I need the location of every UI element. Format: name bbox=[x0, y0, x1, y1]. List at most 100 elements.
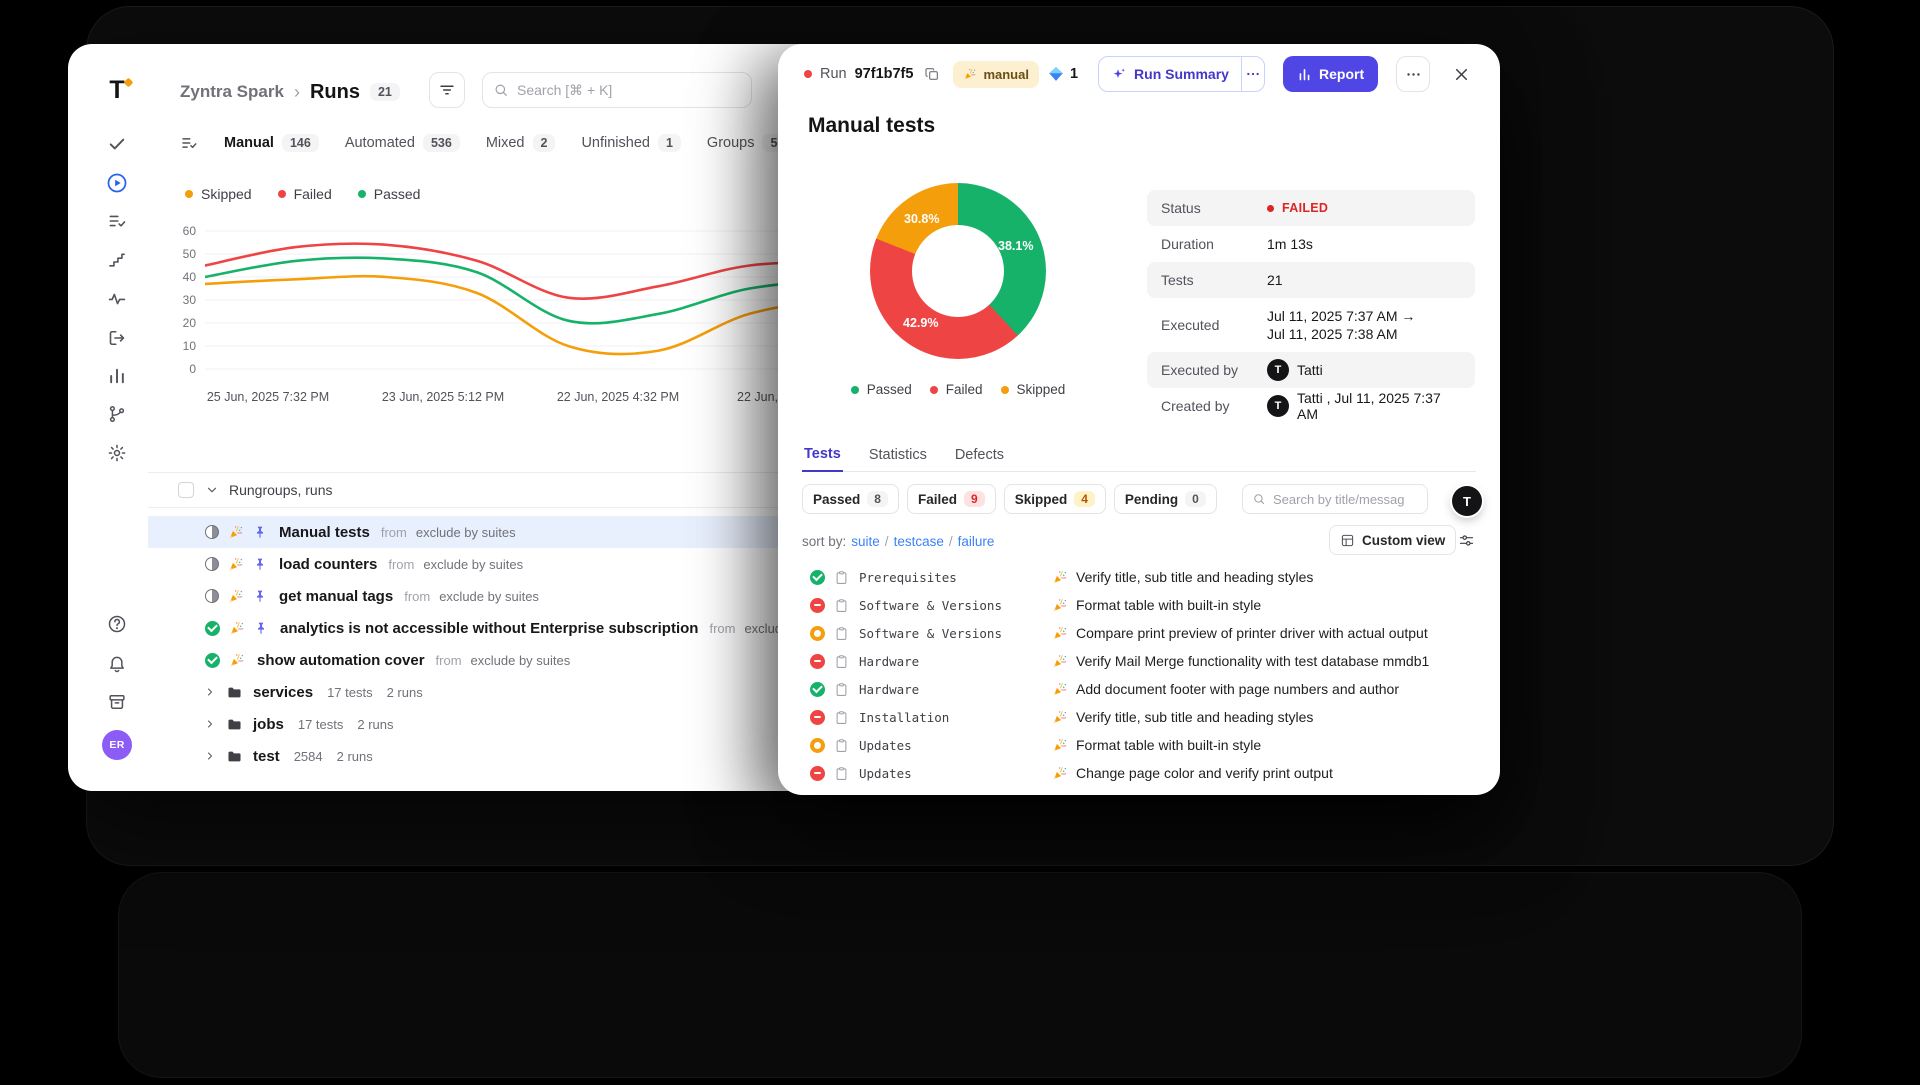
legend-passed[interactable]: Passed bbox=[851, 382, 912, 397]
tests-search-input[interactable] bbox=[1243, 485, 1427, 513]
sidebar-item-settings[interactable] bbox=[97, 433, 137, 473]
user-avatar[interactable]: ER bbox=[97, 725, 137, 765]
chevron-right-icon[interactable] bbox=[204, 686, 216, 698]
run-source: exclude by suites bbox=[439, 589, 539, 604]
legend-skipped[interactable]: Skipped bbox=[1001, 382, 1066, 397]
report-chart-icon bbox=[1297, 67, 1312, 82]
breadcrumb: Zyntra Spark › Runs 21 bbox=[180, 73, 400, 111]
copy-icon bbox=[924, 66, 940, 82]
tab-mixed[interactable]: Mixed 2 bbox=[486, 134, 556, 152]
legend-failed[interactable]: Failed bbox=[930, 382, 983, 397]
pin-icon[interactable] bbox=[253, 525, 267, 539]
sidebar-item-runs[interactable] bbox=[97, 163, 137, 203]
run-title: Manual tests bbox=[279, 524, 370, 541]
suite-name: Software & Versions bbox=[859, 626, 1002, 641]
assistant-avatar-button[interactable]: T bbox=[1452, 486, 1482, 516]
sidebar-item-activity[interactable] bbox=[97, 279, 137, 319]
legend-passed[interactable]: Passed bbox=[358, 186, 421, 202]
close-drawer-button[interactable] bbox=[1446, 58, 1476, 90]
tab-automated[interactable]: Automated 536 bbox=[345, 134, 460, 152]
test-row[interactable]: Hardware Add document footer with page n… bbox=[778, 675, 1500, 703]
run-label: Run bbox=[820, 66, 847, 82]
run-from-label: from bbox=[388, 557, 414, 572]
bell-icon bbox=[107, 653, 127, 673]
info-label: Duration bbox=[1161, 236, 1267, 252]
sidebar-item-reports[interactable] bbox=[97, 356, 137, 396]
check-square-icon[interactable] bbox=[180, 134, 198, 152]
gem-icon bbox=[1047, 65, 1065, 83]
group-name: test bbox=[253, 748, 280, 765]
report-button[interactable]: Report bbox=[1283, 56, 1378, 92]
pin-icon[interactable] bbox=[253, 557, 267, 571]
executed-start: Jul 11, 2025 7:37 AM → bbox=[1267, 307, 1415, 325]
passed-status-icon bbox=[810, 570, 825, 585]
passed-percent: 38.1% bbox=[998, 239, 1033, 253]
chip-label: Skipped bbox=[1015, 492, 1068, 507]
test-row[interactable]: Installation Verify title, sub title and… bbox=[778, 703, 1500, 731]
sidebar-item-notifications[interactable] bbox=[97, 643, 137, 683]
pin-icon[interactable] bbox=[254, 621, 268, 635]
tab-unfinished[interactable]: Unfinished 1 bbox=[581, 134, 680, 152]
sidebar-item-exports[interactable] bbox=[97, 318, 137, 358]
legend-failed[interactable]: Failed bbox=[278, 186, 332, 202]
test-row[interactable]: Updates Change page color and verify pri… bbox=[778, 759, 1500, 787]
confetti-icon bbox=[1052, 597, 1068, 613]
passed-dot bbox=[851, 386, 859, 394]
chevron-right-icon[interactable] bbox=[204, 718, 216, 730]
run-summary-button[interactable]: Run Summary bbox=[1099, 57, 1241, 91]
test-row[interactable]: Software & Versions Format table with bu… bbox=[778, 591, 1500, 619]
filter-pending[interactable]: Pending 0 bbox=[1114, 484, 1217, 514]
run-status-dot bbox=[804, 70, 812, 78]
search-input[interactable] bbox=[483, 73, 751, 107]
sidebar-item-reviews[interactable] bbox=[97, 201, 137, 241]
filter-button[interactable] bbox=[429, 72, 465, 108]
tab-tests[interactable]: Tests bbox=[802, 438, 843, 472]
legend-label: Skipped bbox=[1017, 382, 1066, 397]
sidebar-item-milestones[interactable] bbox=[97, 240, 137, 280]
run-from-label: from bbox=[404, 589, 430, 604]
filter-skipped[interactable]: Skipped 4 bbox=[1004, 484, 1106, 514]
skipped-status-icon bbox=[810, 738, 825, 753]
tab-manual[interactable]: Manual 146 bbox=[224, 134, 319, 152]
chip-count: 9 bbox=[964, 491, 985, 507]
sidebar-item-tests[interactable] bbox=[97, 124, 137, 164]
pin-icon[interactable] bbox=[253, 589, 267, 603]
tests-search bbox=[1242, 484, 1428, 514]
filter-failed[interactable]: Failed 9 bbox=[907, 484, 996, 514]
select-all-checkbox[interactable] bbox=[178, 482, 194, 498]
run-summary-more-button[interactable] bbox=[1242, 57, 1264, 91]
sort-by-suite[interactable]: suite bbox=[851, 534, 880, 549]
custom-view-button[interactable]: Custom view bbox=[1329, 525, 1456, 555]
test-row[interactable]: Software & Versions Compare print previe… bbox=[778, 619, 1500, 647]
drawer-more-button[interactable] bbox=[1396, 56, 1430, 92]
sidebar-item-help[interactable] bbox=[97, 604, 137, 644]
gem-counter[interactable]: 1 bbox=[1047, 65, 1078, 83]
background-card bbox=[118, 872, 1802, 1078]
tab-groups[interactable]: Groups 5 bbox=[707, 134, 786, 152]
app-logo[interactable]: T bbox=[97, 70, 137, 110]
test-row[interactable]: Prerequisites Verify title, sub title an… bbox=[778, 563, 1500, 591]
avatar: T bbox=[1267, 395, 1289, 417]
confetti-icon bbox=[1052, 569, 1068, 585]
test-row[interactable]: Updates Format table with built-in style bbox=[778, 731, 1500, 759]
sort-by-testcase[interactable]: testcase bbox=[894, 534, 944, 549]
breadcrumb-project[interactable]: Zyntra Spark bbox=[180, 82, 284, 102]
tab-defects[interactable]: Defects bbox=[953, 438, 1006, 472]
tab-statistics[interactable]: Statistics bbox=[867, 438, 929, 472]
list-check-icon bbox=[107, 211, 127, 231]
passed-status-icon bbox=[205, 621, 220, 636]
view-settings-button[interactable] bbox=[1454, 528, 1478, 552]
legend-skipped[interactable]: Skipped bbox=[185, 186, 252, 202]
filter-passed[interactable]: Passed 8 bbox=[802, 484, 899, 514]
copy-run-id-button[interactable] bbox=[921, 63, 943, 85]
sort-by-failure[interactable]: failure bbox=[958, 534, 995, 549]
suite-name: Software & Versions bbox=[859, 598, 1002, 613]
sidebar-item-projects[interactable] bbox=[97, 682, 137, 722]
global-search bbox=[482, 72, 752, 108]
sidebar-item-workflows[interactable] bbox=[97, 394, 137, 434]
chevron-down-icon[interactable] bbox=[205, 483, 219, 497]
bar-chart-icon bbox=[107, 366, 127, 386]
chevron-right-icon[interactable] bbox=[204, 750, 216, 762]
rungroups-title: Rungroups, runs bbox=[229, 482, 333, 498]
test-row[interactable]: Hardware Verify Mail Merge functionality… bbox=[778, 647, 1500, 675]
